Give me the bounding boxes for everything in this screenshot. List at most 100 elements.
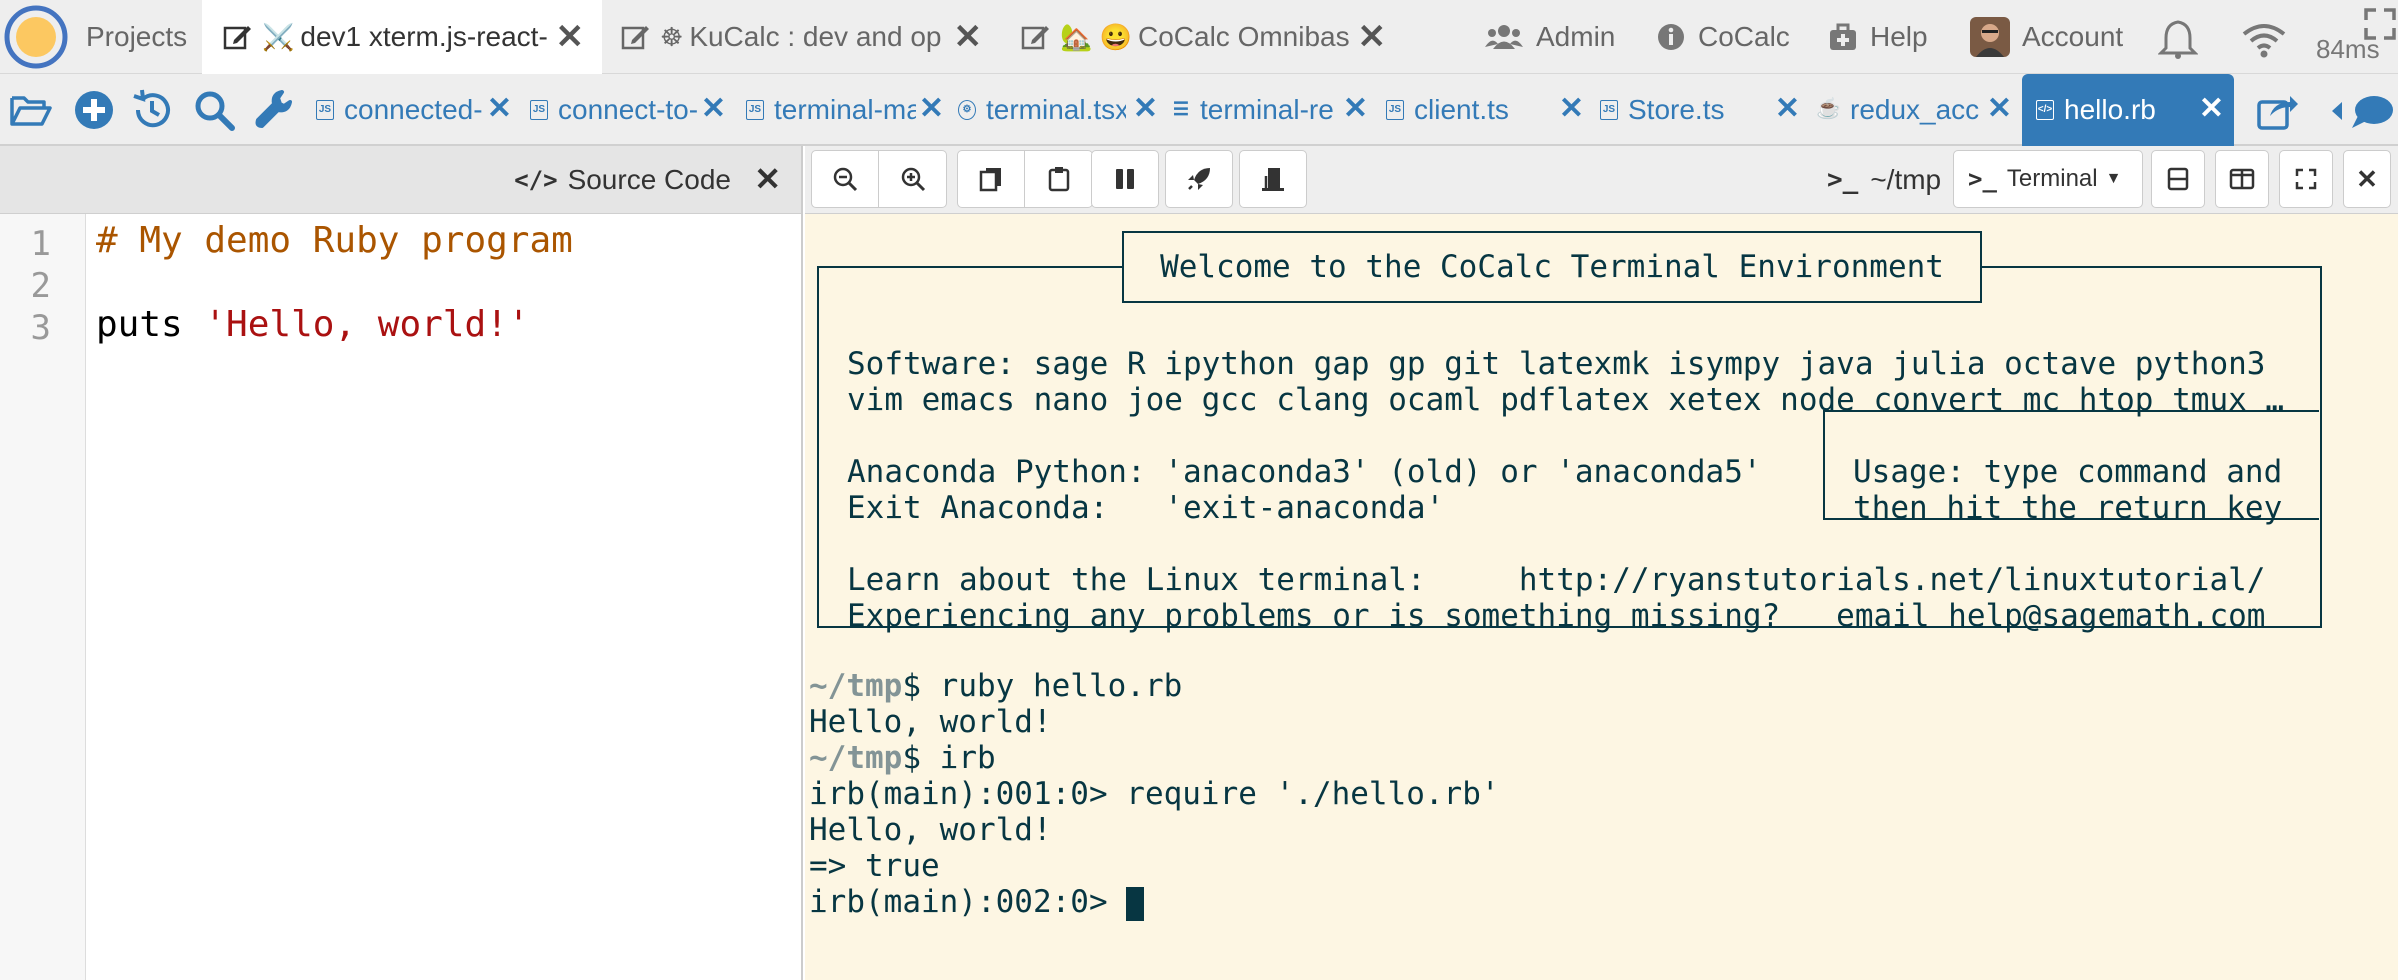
close-icon[interactable]: ✕ bbox=[1559, 94, 1584, 124]
close-icon[interactable]: ✕ bbox=[919, 94, 944, 124]
close-frame-button[interactable]: ✕ bbox=[2343, 150, 2391, 208]
caret-down-icon: ▼ bbox=[2105, 170, 2122, 187]
bell-icon[interactable] bbox=[2158, 18, 2198, 60]
tab-label: CoCalc Omnibas bbox=[1137, 21, 1350, 52]
project-tab-kucalc[interactable]: ☸ KuCalc : dev and op ✕ bbox=[602, 0, 992, 74]
line-number: 2 bbox=[30, 266, 51, 306]
welcome-title-box: Welcome to the CoCalc Terminal Environme… bbox=[1122, 231, 1982, 303]
file-tab-store[interactable]: JS Store.ts ✕ bbox=[1600, 74, 1800, 146]
clipboard-icon bbox=[1048, 167, 1069, 192]
terminal-input-line[interactable]: irb(main):002:0> bbox=[809, 884, 1145, 921]
project-tab-omnibus[interactable]: 🏡 😀 CoCalc Omnibas ✕ bbox=[1008, 0, 1396, 74]
users-icon bbox=[1485, 25, 1523, 49]
js-file-icon: JS bbox=[1386, 100, 1404, 120]
zoom-out-button[interactable] bbox=[811, 150, 879, 208]
tab-label: KuCalc : dev and op bbox=[689, 21, 942, 52]
close-icon[interactable]: ✕ bbox=[1987, 94, 2012, 124]
file-tab-terminal-ma[interactable]: JS terminal-ma ✕ bbox=[746, 74, 944, 146]
file-tab-connect-to[interactable]: JS connect-to- ✕ bbox=[530, 74, 726, 146]
terminal-line: Hello, world! bbox=[809, 704, 1052, 740]
wrench-icon[interactable] bbox=[252, 88, 296, 132]
anaconda-line-1: Anaconda Python: 'anaconda3' (old) or 'a… bbox=[847, 454, 1762, 490]
close-icon[interactable]: ✕ bbox=[2199, 94, 2224, 124]
close-icon[interactable]: ✕ bbox=[487, 94, 512, 124]
file-tab-label: connected- bbox=[344, 94, 483, 125]
irb-prompt: irb(main):002:0> bbox=[809, 884, 1127, 920]
account-label: Account bbox=[2022, 21, 2124, 52]
maximize-button[interactable] bbox=[2279, 150, 2333, 208]
cocalc-link[interactable]: CoCalc bbox=[1656, 0, 1790, 74]
project-tab-dev1[interactable]: ⚔️ dev1 xterm.js-react- ✕ bbox=[202, 0, 602, 74]
plus-circle-icon[interactable] bbox=[72, 88, 116, 132]
editor-title: Source Code bbox=[567, 164, 731, 195]
code-line-3[interactable]: puts 'Hello, world!' bbox=[96, 304, 529, 345]
admin-link[interactable]: Admin bbox=[1484, 0, 1615, 74]
close-icon[interactable]: ✕ bbox=[1358, 20, 1387, 54]
chevron-left-icon[interactable] bbox=[2330, 100, 2344, 122]
close-icon[interactable]: ✕ bbox=[1343, 94, 1368, 124]
history-icon[interactable] bbox=[130, 88, 174, 132]
tab-label: dev1 xterm.js-react- bbox=[300, 21, 548, 52]
file-tab-redux-acc[interactable]: ☕ redux_acc ✕ bbox=[1816, 74, 2012, 146]
close-icon: ✕ bbox=[2356, 163, 2378, 194]
frame-type-select[interactable]: >_ Terminal ▼ bbox=[1953, 150, 2143, 208]
command: $ irb bbox=[902, 740, 996, 776]
expand-icon bbox=[2295, 168, 2317, 190]
file-tab-client[interactable]: JS client.ts ✕ bbox=[1386, 74, 1584, 146]
split-vertical-icon bbox=[2229, 168, 2255, 190]
medkit-icon bbox=[1830, 23, 1856, 50]
kick-button[interactable] bbox=[1165, 150, 1233, 208]
chat-icon[interactable] bbox=[2350, 94, 2394, 130]
copy-icon bbox=[979, 168, 1001, 192]
file-tab-connected[interactable]: JS connected- ✕ bbox=[316, 74, 512, 146]
coffee-icon: ☕ bbox=[1816, 98, 1841, 120]
task-list-icon: ☰ bbox=[1172, 99, 1190, 119]
folder-open-icon[interactable] bbox=[8, 88, 52, 132]
terminal-line: => true bbox=[809, 848, 940, 884]
projects-link[interactable]: Projects bbox=[86, 0, 187, 74]
file-tab-terminal-re[interactable]: ☰ terminal-re ✕ bbox=[1172, 74, 1368, 146]
usage-line-2: then hit the return key bbox=[1853, 490, 2283, 526]
code-line-1[interactable]: # My demo Ruby program bbox=[96, 220, 573, 261]
share-icon[interactable] bbox=[2256, 90, 2300, 132]
terminal-toolbar: >_ ~/tmp >_ Terminal ▼ ✕ bbox=[805, 146, 2398, 214]
close-icon[interactable]: ✕ bbox=[701, 94, 726, 124]
terminal-line: ~/tmp$ ruby hello.rb bbox=[809, 668, 1182, 704]
close-icon[interactable]: ✕ bbox=[754, 160, 781, 198]
terminal-path: >_ ~/tmp bbox=[1827, 158, 1941, 202]
terminal-line: irb(main):001:0> require './hello.rb' bbox=[809, 776, 1500, 812]
anaconda-line-2: Exit Anaconda: 'exit-anaconda' bbox=[847, 490, 1445, 526]
close-icon[interactable]: ✕ bbox=[954, 20, 983, 54]
split-horizontal-button[interactable] bbox=[2151, 150, 2205, 208]
file-tab-terminal-tsx[interactable]: ⚙ terminal.tsx ✕ bbox=[958, 74, 1158, 146]
search-icon[interactable] bbox=[192, 88, 236, 132]
keyword: puts bbox=[96, 304, 205, 345]
terminal-screen[interactable]: Welcome to the CoCalc Terminal Environme… bbox=[805, 214, 2398, 980]
terminal-prompt-icon: >_ bbox=[1827, 165, 1859, 195]
exit-button[interactable] bbox=[1239, 150, 1307, 208]
code-file-icon: </> bbox=[2036, 100, 2054, 120]
js-file-icon: JS bbox=[530, 100, 548, 120]
editor-title-bar: </> Source Code ✕ bbox=[0, 146, 801, 214]
edit-icon bbox=[621, 26, 649, 50]
pause-button[interactable] bbox=[1091, 150, 1159, 208]
terminal-prompt-icon: >_ bbox=[1968, 165, 1997, 193]
help-link[interactable]: Help bbox=[1828, 0, 1928, 74]
source-code-button[interactable]: </> Source Code bbox=[514, 160, 731, 200]
close-icon[interactable]: ✕ bbox=[556, 20, 585, 54]
fullscreen-icon[interactable] bbox=[2364, 8, 2396, 40]
wifi-icon bbox=[2242, 24, 2286, 58]
close-icon[interactable]: ✕ bbox=[1775, 94, 1800, 124]
zoom-in-button[interactable] bbox=[879, 150, 947, 208]
file-tab-label: client.ts bbox=[1414, 94, 1509, 125]
ts-file-icon: ⚙ bbox=[958, 100, 976, 120]
cocalc-logo-icon[interactable] bbox=[4, 5, 68, 69]
prompt-dir: ~/tmp bbox=[809, 740, 903, 776]
paste-button[interactable] bbox=[1025, 150, 1093, 208]
split-vertical-button[interactable] bbox=[2215, 150, 2269, 208]
close-icon[interactable]: ✕ bbox=[1133, 94, 1158, 124]
line-number: 1 bbox=[30, 224, 51, 264]
file-tab-hello-rb[interactable]: </> hello.rb ✕ bbox=[2022, 74, 2234, 146]
account-link[interactable]: Account bbox=[1970, 0, 2123, 74]
copy-button[interactable] bbox=[957, 150, 1025, 208]
